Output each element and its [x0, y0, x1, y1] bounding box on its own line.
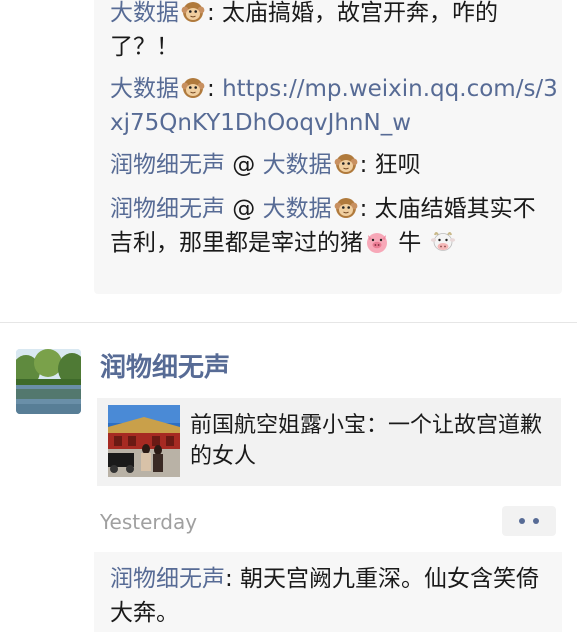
reply-marker: @ [225, 196, 263, 222]
comment-item[interactable]: 大数据: 太庙搞婚，故宫开奔，咋的了？！ [110, 0, 558, 64]
reply-marker: @ [225, 152, 263, 178]
monkey-emoji-icon [181, 78, 205, 98]
comment-username[interactable]: 大数据 [110, 0, 179, 26]
comment-username[interactable]: 大数据 [110, 76, 179, 102]
comment-item[interactable]: 大数据: https://mp.weixin.qq.com/s/3xj75QnK… [110, 72, 558, 140]
monkey-emoji-icon [181, 2, 205, 22]
comment-item[interactable]: 润物细无声: 朝天宫阙九重深。仙女含笑倚大奔。 [110, 562, 558, 630]
comment-username[interactable]: 润物细无声 [110, 196, 225, 222]
post-divider [0, 322, 577, 323]
monkey-emoji-icon [334, 198, 358, 218]
more-dots-icon [533, 518, 539, 524]
post-author-name[interactable]: 润物细无声 [100, 350, 230, 386]
comment-tail-text: 牛 [391, 230, 429, 256]
author-avatar[interactable] [16, 349, 81, 414]
moments-feed: 大数据: 太庙搞婚，故宫开奔，咋的了？！ 大数据: https://mp.wei… [0, 0, 577, 640]
more-dots-icon [519, 518, 525, 524]
comment-username[interactable]: 润物细无声 [110, 152, 225, 178]
reply-to-username[interactable]: 大数据 [263, 152, 332, 178]
comment-username[interactable]: 润物细无声 [110, 566, 225, 592]
post-timestamp: Yesterday [100, 510, 198, 534]
shared-article-thumbnail [108, 405, 180, 477]
comment-item[interactable]: 润物细无声 @ 大数据: 太庙结婚其实不吉利，那里都是宰过的猪 牛 [110, 192, 558, 260]
avatar-landscape-image [16, 349, 81, 414]
shared-article-title[interactable]: 前国航空姐露小宝：一个让故宫道歉的女人 [190, 410, 550, 472]
comment-text: : [207, 76, 223, 102]
monkey-emoji-icon [334, 154, 358, 174]
reply-to-username[interactable]: 大数据 [263, 196, 332, 222]
cow-face-emoji-icon [430, 232, 455, 251]
comment-text: : 狂呗 [359, 152, 421, 178]
more-actions-button[interactable] [502, 506, 556, 536]
pig-face-emoji-icon [367, 233, 387, 253]
comment-item[interactable]: 润物细无声 @ 大数据 : 狂呗 [110, 148, 558, 182]
article-thumbnail-image [108, 405, 180, 477]
